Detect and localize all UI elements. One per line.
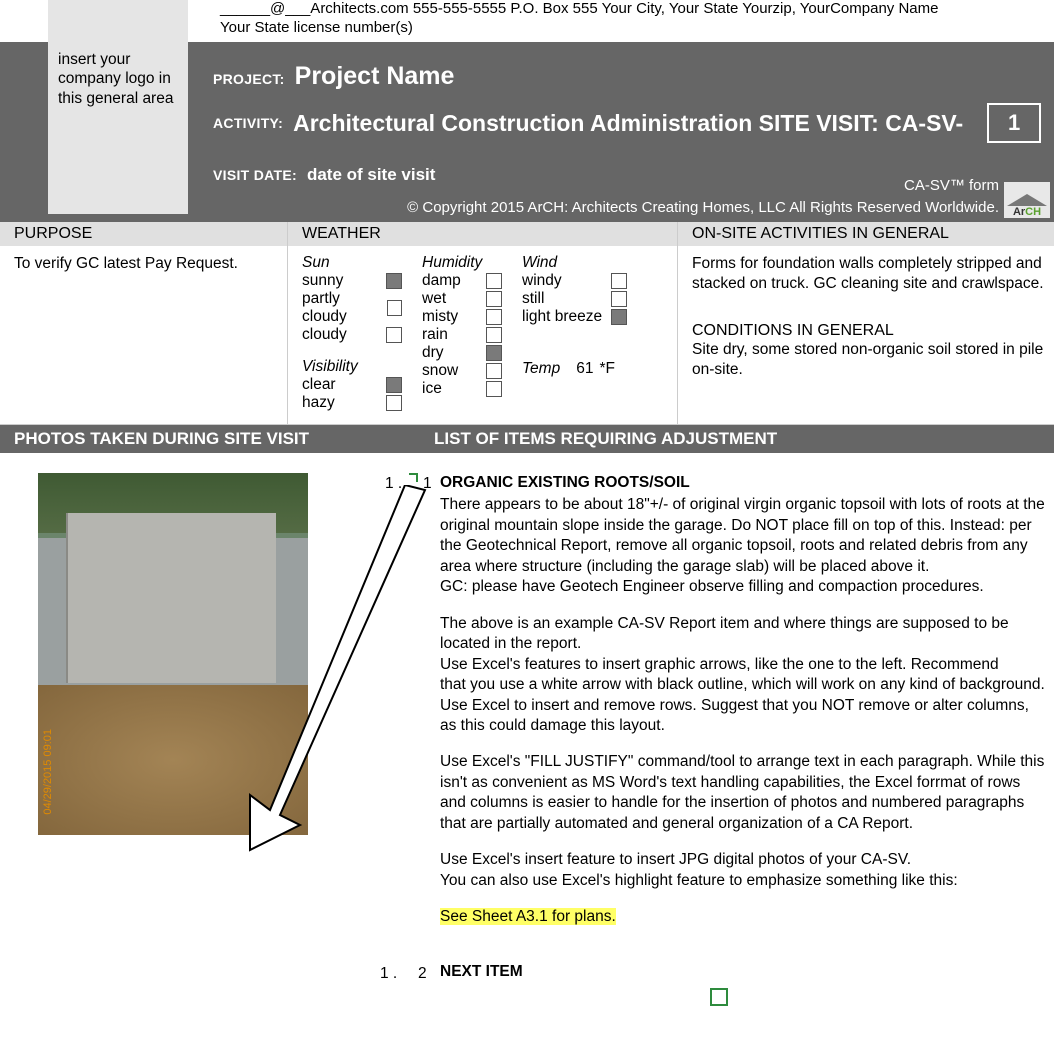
info-grid: PURPOSE To verify GC latest Pay Request.… [0,222,1054,425]
temp-value: 61 [576,360,593,378]
items-heading: LIST OF ITEMS REQUIRING ADJUSTMENT [434,429,1040,449]
weather-option: hazy [302,394,402,412]
item-paragraph: There appears to be about 18"+/- of orig… [440,495,1048,597]
purpose-text: To verify GC latest Pay Request. [14,254,277,274]
cell-marker-icon [409,473,418,482]
weather-option-label: hazy [302,394,335,412]
item-1-num-left: 1 . [385,475,402,493]
visibility-label: Visibility [302,358,402,376]
weather-option-label: partly cloudy [302,290,381,326]
project-name: Project Name [295,62,455,91]
photo-datestamp: 04/29/2015 09:01 [42,729,54,815]
form-meta: CA-SV™ form [904,177,999,194]
weather-option-label: sunny [302,272,343,290]
weather-header: WEATHER [288,222,677,246]
checkbox-icon[interactable] [486,381,502,397]
logo-placeholder: insert your company logo in this general… [48,0,188,214]
weather-option: misty [422,308,502,326]
excel-selection-icon [710,988,728,1006]
checkbox-icon[interactable] [486,273,502,289]
checkbox-icon[interactable] [486,327,502,343]
weather-option: partly cloudy [302,290,402,326]
photos-heading: PHOTOS TAKEN DURING SITE VISIT [14,429,434,449]
humidity-label: Humidity [422,254,502,272]
weather-option-label: light breeze [522,308,602,326]
project-label: PROJECT: [213,71,285,87]
temp-label: Temp [522,360,560,378]
checkbox-icon[interactable] [486,291,502,307]
house-icon [1007,194,1047,206]
weather-option: damp [422,272,502,290]
weather-option: snow [422,362,502,380]
checkbox-icon[interactable] [486,345,502,361]
checkbox-icon[interactable] [386,395,402,411]
weather-option-label: rain [422,326,448,344]
weather-option: light breeze [522,308,627,326]
wind-label: Wind [522,254,627,272]
temp-unit: *F [599,360,615,378]
highlight-text: See Sheet A3.1 for plans. [440,908,616,925]
header-bar: insert your company logo in this general… [0,42,1054,222]
weather-option-label: still [522,290,544,308]
weather-option: clear [302,376,402,394]
sun-label: Sun [302,254,402,272]
onsite-header: ON-SITE ACTIVITIES IN GENERAL [678,222,1054,246]
copyright-text: © Copyright 2015 ArCH: Architects Creati… [407,199,999,216]
visit-date-value: date of site visit [307,165,435,185]
weather-option-label: clear [302,376,336,394]
weather-option-label: dry [422,344,444,362]
conditions-text: Site dry, some stored non-organic soil s… [692,340,1044,380]
activity-label: ACTIVITY: [213,115,283,131]
checkbox-icon[interactable] [486,363,502,379]
visit-date-label: VISIT DATE: [213,167,297,183]
weather-option-label: wet [422,290,446,308]
weather-option: windy [522,272,627,290]
item-2-num-left: 1 . [380,964,397,984]
checkbox-icon[interactable] [486,309,502,325]
weather-option-label: ice [422,380,442,398]
brand-logo: ArCH [1004,182,1050,218]
weather-option: cloudy [302,326,402,344]
checkbox-icon[interactable] [386,273,402,289]
weather-option: sunny [302,272,402,290]
checkbox-icon[interactable] [611,309,627,325]
weather-option-label: windy [522,272,562,290]
weather-option: still [522,290,627,308]
weather-option-label: misty [422,308,458,326]
site-photo: 04/29/2015 09:01 [38,473,308,835]
purpose-header: PURPOSE [0,222,287,246]
checkbox-icon[interactable] [386,327,402,343]
onsite-text: Forms for foundation walls completely st… [692,254,1044,294]
weather-option-label: snow [422,362,458,380]
item-paragraph: Use Excel's "FILL JUSTIFY" command/tool … [440,752,1048,834]
weather-option: rain [422,326,502,344]
weather-option: wet [422,290,502,308]
item-1-title: ORGANIC EXISTING ROOTS/SOIL [440,473,1048,493]
conditions-header: CONDITIONS IN GENERAL [692,322,1044,340]
section-bar: PHOTOS TAKEN DURING SITE VISIT LIST OF I… [0,425,1054,453]
item-paragraph: Use Excel's insert feature to insert JPG… [440,850,1048,891]
weather-option-label: damp [422,272,461,290]
weather-option: dry [422,344,502,362]
visit-number: 1 [987,103,1041,143]
item-2-num-right: 2 [418,964,427,984]
item-1-num-right: 1 [423,475,432,493]
checkbox-icon[interactable] [387,300,402,316]
activity-value: Architectural Construction Administratio… [293,110,963,137]
weather-option: ice [422,380,502,398]
item-paragraph: The above is an example CA-SV Report ite… [440,614,1048,737]
checkbox-icon[interactable] [611,291,627,307]
checkbox-icon[interactable] [386,377,402,393]
checkbox-icon[interactable] [611,273,627,289]
item-2-title: NEXT ITEM [440,962,728,982]
weather-option-label: cloudy [302,326,347,344]
